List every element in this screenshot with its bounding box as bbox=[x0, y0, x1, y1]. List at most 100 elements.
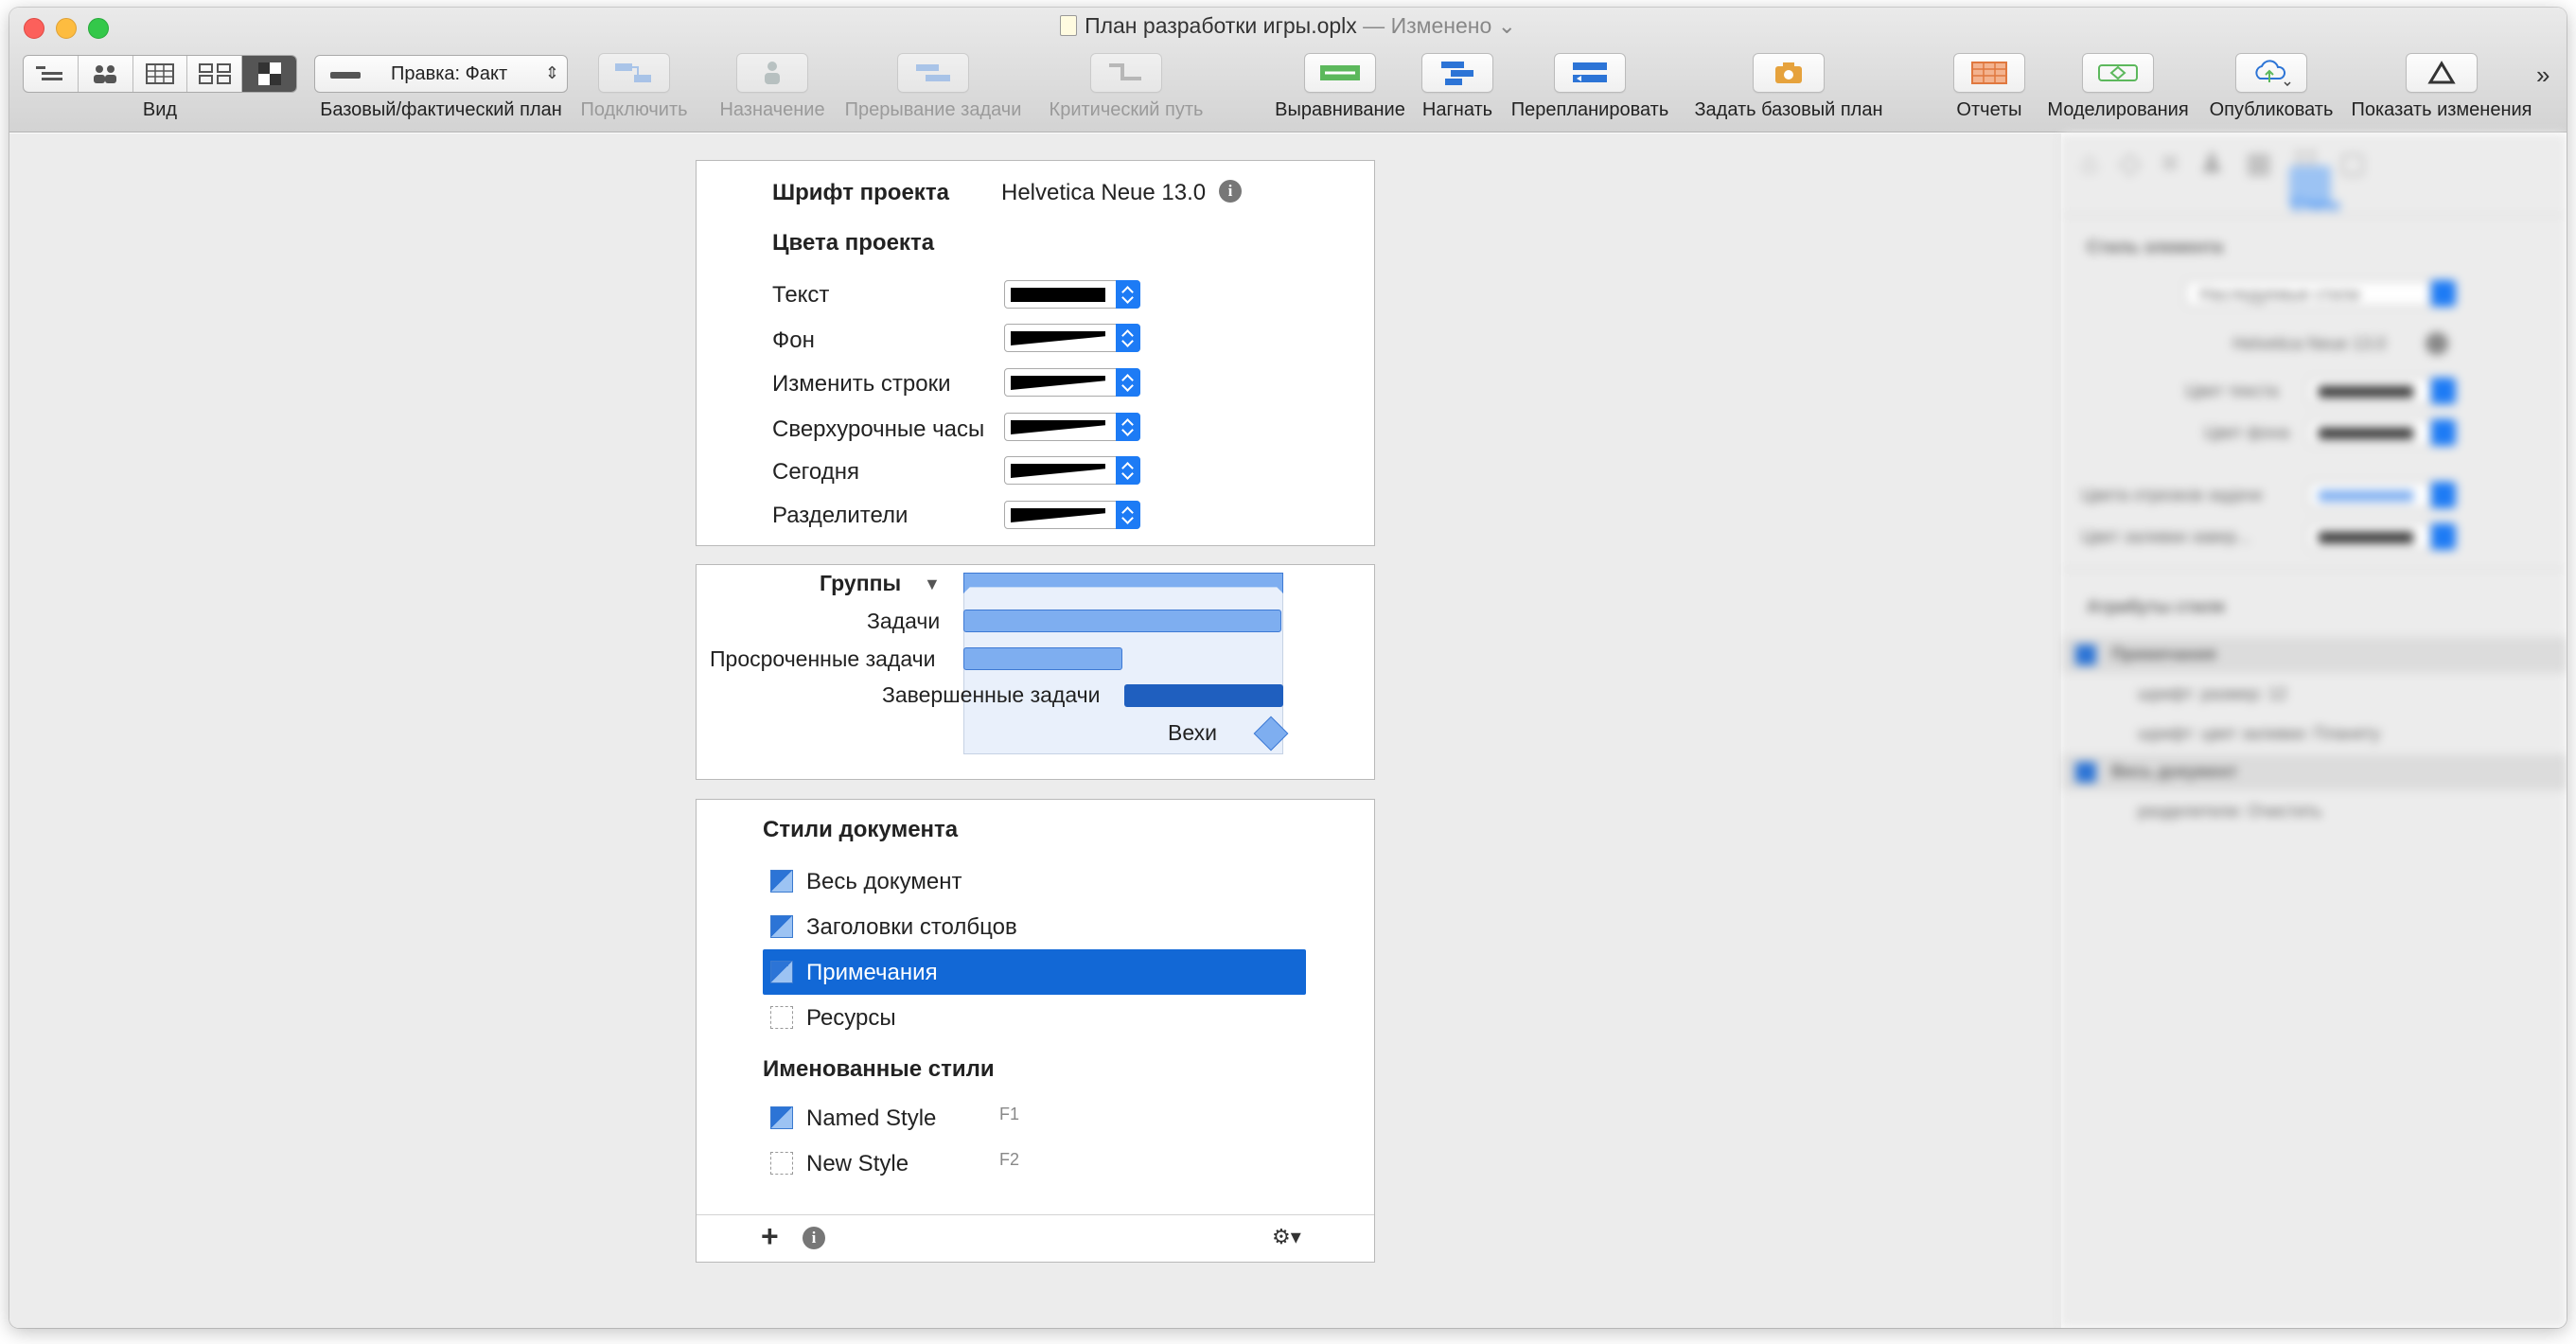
legend-overdue-label: Просроченные задачи bbox=[710, 646, 936, 671]
attr-whole-document[interactable]: Весь документ bbox=[2111, 762, 2237, 782]
styles-content-area: Шрифт проекта Helvetica Neue 13.0 i Цвет… bbox=[9, 133, 2061, 1328]
toolbar-overflow-icon[interactable]: » bbox=[2536, 61, 2550, 90]
attr-separators[interactable]: разделители: Очистить bbox=[2138, 802, 2322, 822]
overtime-color-well[interactable] bbox=[1004, 413, 1140, 441]
network-view-icon[interactable] bbox=[187, 56, 243, 92]
window-title: План разработки игры.oplx — Изменено ⌄ bbox=[9, 13, 2567, 39]
shortcut-key: F2 bbox=[999, 1150, 1020, 1169]
disclosure-triangle-icon[interactable]: ▼ bbox=[924, 575, 941, 594]
set-baseline-label: Задать базовый план bbox=[1694, 99, 1883, 120]
style-row-column-headers[interactable]: Заголовки столбцов bbox=[763, 904, 1306, 949]
calendar-view-icon[interactable] bbox=[133, 56, 188, 92]
completed-bar[interactable] bbox=[1124, 684, 1283, 707]
style-row-whole-document[interactable]: Весь документ bbox=[763, 858, 1306, 904]
resource-view-icon[interactable] bbox=[79, 56, 133, 92]
style-icon bbox=[770, 1106, 793, 1129]
empty-style-icon bbox=[770, 1006, 793, 1029]
connect-button[interactable] bbox=[598, 53, 670, 93]
catch-up-button[interactable] bbox=[1421, 53, 1493, 93]
set-baseline-button[interactable] bbox=[1753, 53, 1825, 93]
show-changes-label: Показать изменения bbox=[2351, 99, 2532, 120]
color-label-overtime: Сверхурочные часы bbox=[772, 416, 985, 442]
critical-path-button[interactable] bbox=[1090, 53, 1162, 93]
view-label: Вид bbox=[142, 99, 178, 120]
style-icon bbox=[770, 961, 793, 983]
attr-font-size[interactable]: шрифт: размер: 12 bbox=[2138, 684, 2287, 704]
inspector-row-text-color: Цвет текста bbox=[2185, 381, 2279, 400]
add-style-icon[interactable]: + bbox=[761, 1219, 779, 1254]
inspector-bar-color-well[interactable] bbox=[2308, 482, 2431, 508]
inspector-fill-color-well[interactable] bbox=[2308, 523, 2431, 550]
app-window: План разработки игры.oplx — Изменено ⌄ В… bbox=[9, 8, 2567, 1328]
assign-button[interactable] bbox=[736, 53, 808, 93]
color-label-text: Текст bbox=[772, 282, 830, 308]
inspector-tab-title: Стили bbox=[2291, 196, 2340, 215]
inherited-styles-popup[interactable]: Наследуемые стили bbox=[2185, 280, 2431, 307]
project-colors-heading: Цвета проекта bbox=[772, 230, 935, 256]
info-icon[interactable]: i bbox=[1219, 180, 1242, 203]
simulations-button[interactable] bbox=[2082, 53, 2154, 93]
inspector-section-style-attributes[interactable]: Атрибуты стиля bbox=[2087, 597, 2225, 617]
style-row-named-style[interactable]: Named Style F1 bbox=[763, 1095, 1306, 1141]
style-row-new-style[interactable]: New Style F2 bbox=[763, 1141, 1306, 1186]
connect-label: Подключить bbox=[580, 99, 688, 120]
inspector-tab-icons[interactable]: ⌂◇≡♟▦☷▢ bbox=[2081, 147, 2387, 180]
publish-button[interactable] bbox=[2235, 53, 2307, 93]
inspector-bg-color-well[interactable] bbox=[2308, 419, 2431, 446]
baseline-label: Базовый/фактический план bbox=[320, 99, 562, 120]
inspector-section-element-style[interactable]: Стиль элемента bbox=[2087, 238, 2223, 257]
reschedule-button[interactable] bbox=[1554, 53, 1626, 93]
style-row-notes[interactable]: Примечания bbox=[763, 949, 1306, 995]
style-info-icon[interactable]: i bbox=[803, 1227, 825, 1249]
document-styles-heading: Стили документа bbox=[763, 817, 959, 842]
bar-icon bbox=[330, 72, 361, 79]
assign-label: Назначение bbox=[719, 99, 825, 120]
inspector-row-bar-color: Цвета отрезков задачи bbox=[2081, 486, 2263, 504]
attr-notes[interactable]: Примечания bbox=[2111, 645, 2216, 664]
attr-font-fill[interactable]: шрифт: цвет заливки: Планету bbox=[2138, 724, 2380, 744]
today-color-well[interactable] bbox=[1004, 456, 1140, 485]
chevron-down-icon[interactable]: ⌄ bbox=[1491, 13, 1516, 38]
background-color-well[interactable] bbox=[1004, 324, 1140, 352]
catch-up-label: Нагнать bbox=[1421, 99, 1493, 120]
toolbar: План разработки игры.oplx — Изменено ⌄ В… bbox=[9, 8, 2567, 133]
legend-completed-label: Завершенные задачи bbox=[882, 682, 1101, 707]
legend-groups-label: Группы bbox=[820, 571, 902, 595]
empty-style-icon bbox=[770, 1152, 793, 1175]
level-button[interactable] bbox=[1304, 53, 1376, 93]
changed-rows-color-well[interactable] bbox=[1004, 368, 1140, 397]
inspector-font[interactable]: Helvetica Neue 13.0 bbox=[2232, 334, 2386, 354]
style-icon bbox=[770, 915, 793, 938]
inspector-text-color-well[interactable] bbox=[2308, 378, 2431, 404]
simulations-label: Моделирования bbox=[2047, 99, 2189, 120]
text-color-well[interactable] bbox=[1004, 280, 1140, 309]
inspector-info-icon[interactable] bbox=[2426, 332, 2448, 355]
styles-view-icon[interactable] bbox=[242, 56, 296, 92]
inspector-row-bg-color: Цвет фона bbox=[2204, 423, 2290, 442]
task-view-icon[interactable] bbox=[24, 56, 79, 92]
reports-button[interactable] bbox=[1953, 53, 2025, 93]
color-label-background: Фон bbox=[772, 327, 815, 353]
reports-label: Отчеты bbox=[1956, 99, 2022, 120]
baseline-popup[interactable]: Правка: Факт ⇕ bbox=[314, 55, 568, 93]
show-changes-button[interactable] bbox=[2406, 53, 2478, 93]
overdue-bar[interactable] bbox=[963, 647, 1122, 670]
separators-color-well[interactable] bbox=[1004, 501, 1140, 529]
styles-list-panel: Стили документа Весь документ Заголовки … bbox=[696, 799, 1375, 1263]
gear-icon[interactable]: ⚙▾ bbox=[1272, 1225, 1301, 1249]
styles-footer-bar: + i ⚙▾ bbox=[697, 1214, 1374, 1262]
reschedule-label: Перепланировать bbox=[1510, 99, 1669, 120]
shortcut-key: F1 bbox=[999, 1105, 1020, 1123]
view-segmented-control[interactable] bbox=[23, 55, 297, 93]
level-label: Выравнивание bbox=[1275, 99, 1405, 120]
inspector-row-fill-color: Цвет заливки завер... bbox=[2081, 527, 2251, 546]
gantt-legend-panel: Группы ▼ Задачи Просроченные задачи Заве… bbox=[696, 564, 1375, 780]
split-task-button[interactable] bbox=[897, 53, 969, 93]
split-task-label: Прерывание задачи bbox=[844, 99, 1022, 120]
inspector-sidebar: ⌂◇≡♟▦☷▢ Стили Стиль элемента Наследуемые… bbox=[2061, 133, 2567, 1328]
project-font-value[interactable]: Helvetica Neue 13.0 bbox=[1001, 180, 1206, 206]
task-bar[interactable] bbox=[963, 610, 1281, 632]
color-label-changed-rows: Изменить строки bbox=[772, 371, 951, 397]
style-row-resources[interactable]: Ресурсы bbox=[763, 995, 1306, 1040]
document-status[interactable]: Изменено bbox=[1391, 13, 1492, 38]
